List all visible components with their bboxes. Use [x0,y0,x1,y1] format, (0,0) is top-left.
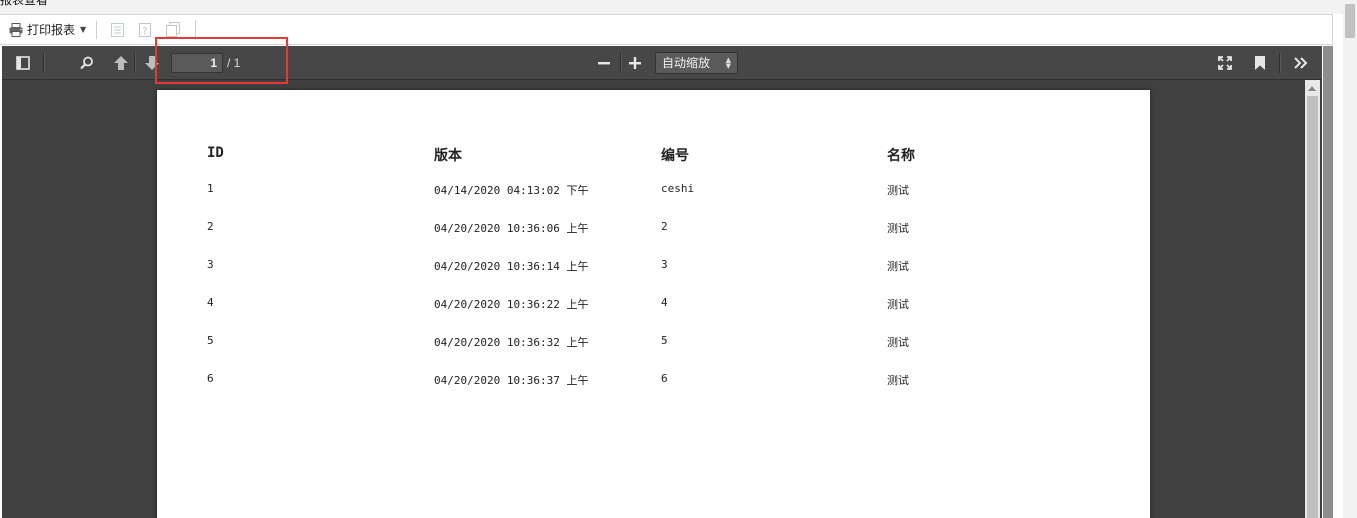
cell-version: 04/14/2020 04:13:02 下午 [434,184,589,197]
header-id: ID [207,145,224,161]
header-version: 版本 [434,148,462,164]
pdf-viewer-toolbar: 1 / 1 自动缩放 ▲ ▼ [2,46,1322,80]
toolbar-divider [195,19,197,40]
cell-code: ceshi [661,182,695,195]
svg-text:?: ? [142,26,147,37]
next-page-icon[interactable] [140,51,164,75]
cell-code: 5 [661,334,668,347]
export-icon[interactable] [110,22,124,38]
cell-name: 测试 [887,374,909,387]
toolbar-divider [43,53,44,73]
bookmark-icon[interactable] [1248,51,1272,75]
pdf-viewer: 1 / 1 自动缩放 ▲ ▼ ID 版本 编号 名称 1 04/14/2020 … [2,46,1322,518]
zoom-select[interactable]: 自动缩放 ▲ ▼ [655,52,738,74]
cell-id: 5 [207,334,214,347]
cell-version: 04/20/2020 10:36:22 上午 [434,298,589,311]
report-page: ID 版本 编号 名称 1 04/14/2020 04:13:02 下午 ces… [157,90,1150,518]
page-number-input[interactable]: 1 [171,53,223,73]
cell-id: 1 [207,182,214,195]
window-title: 报表查看 [0,0,49,7]
toolbar-divider [1279,53,1280,73]
presentation-mode-icon[interactable] [1213,51,1237,75]
help-icon[interactable]: ? [138,22,152,38]
cell-id: 2 [207,220,214,233]
cell-name: 测试 [887,222,909,235]
cell-name: 测试 [887,260,909,273]
header-name: 名称 [887,148,915,164]
search-icon[interactable] [75,51,99,75]
frame-scrollbar[interactable] [1323,46,1333,518]
cell-code: 2 [661,220,668,233]
page-scrollbar-thumb[interactable] [1345,4,1355,38]
dropdown-caret-icon[interactable]: ▼ [80,25,86,34]
header-code: 编号 [661,148,689,164]
previous-page-icon[interactable] [109,51,133,75]
viewer-scrollbar-thumb[interactable] [1307,96,1318,518]
cell-code: 3 [661,258,668,271]
cell-id: 6 [207,372,214,385]
page-scrollbar[interactable] [1343,0,1357,518]
cell-name: 测试 [887,298,909,311]
scroll-up-arrow-icon[interactable] [1308,86,1316,91]
select-caret-icon: ▲ ▼ [725,56,731,70]
cell-version: 04/20/2020 10:36:14 上午 [434,260,589,273]
page-total-label: / 1 [227,56,241,70]
viewer-scrollbar[interactable] [1305,80,1320,518]
cell-name: 测试 [887,336,909,349]
toolbar-divider [620,53,621,73]
toolbar-divider [134,53,135,73]
copy-icon[interactable] [166,22,181,38]
report-toolbar: 打印报表 ▼ ? [0,14,1333,45]
cell-id: 4 [207,296,214,309]
zoom-out-icon[interactable] [592,51,616,75]
cell-name: 测试 [887,184,909,197]
window-title-bar: 报表查看 [0,0,1357,14]
cell-version: 04/20/2020 10:36:06 上午 [434,222,589,235]
cell-code: 6 [661,372,668,385]
cell-id: 3 [207,258,214,271]
tools-menu-icon[interactable] [1289,51,1313,75]
cell-version: 04/20/2020 10:36:37 上午 [434,374,589,387]
zoom-in-icon[interactable] [623,51,647,75]
cell-version: 04/20/2020 10:36:32 上午 [434,336,589,349]
zoom-select-value: 自动缩放 [662,56,711,70]
toolbar-divider [96,20,98,39]
print-report-label: 打印报表 [27,23,76,37]
sidebar-toggle-icon[interactable] [11,51,35,75]
cell-code: 4 [661,296,668,309]
printer-icon [8,22,24,38]
print-report-button[interactable]: 打印报表 ▼ [8,19,86,41]
